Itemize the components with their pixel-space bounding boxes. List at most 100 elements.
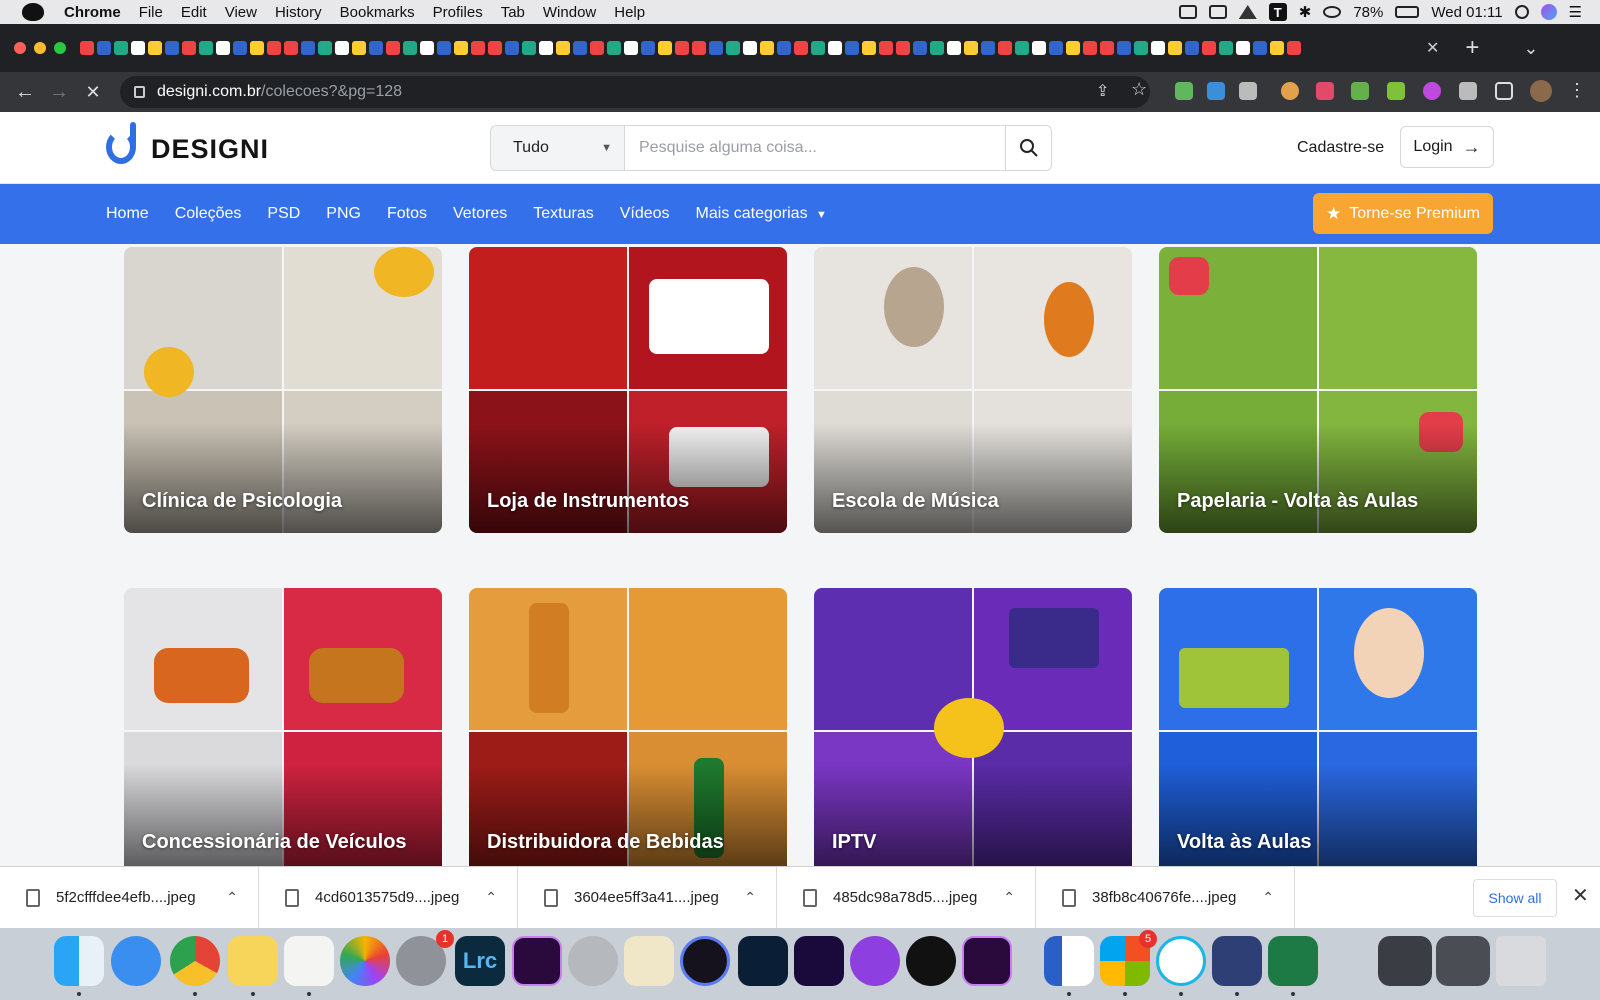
extension-icon[interactable]	[1207, 82, 1225, 100]
tab-favicon-icon[interactable]	[522, 41, 536, 55]
tab-favicon-icon[interactable]	[607, 41, 621, 55]
lock-icon[interactable]	[134, 86, 145, 98]
premiere-rush-icon[interactable]	[794, 936, 844, 986]
login-button[interactable]: Login →	[1400, 126, 1494, 168]
tab-favicon-icon[interactable]	[131, 41, 145, 55]
finder-icon[interactable]	[54, 936, 104, 986]
share-icon[interactable]: ⇪	[1096, 81, 1109, 101]
tab-favicon-icon[interactable]	[896, 41, 910, 55]
designi-logo-icon[interactable]	[106, 122, 136, 164]
menu-help[interactable]: Help	[614, 4, 645, 21]
apple-tv-icon[interactable]	[906, 936, 956, 986]
tab-favicon-icon[interactable]	[930, 41, 944, 55]
tab-favicon-icon[interactable]	[879, 41, 893, 55]
apple-menu-icon[interactable]	[22, 3, 44, 21]
show-all-downloads-button[interactable]: Show all	[1473, 879, 1557, 917]
no-entry-app-icon[interactable]	[568, 936, 618, 986]
tab-favicon-icon[interactable]	[352, 41, 366, 55]
site-logo-text[interactable]: DESIGNI	[151, 134, 269, 165]
tab-favicon-icon[interactable]	[454, 41, 468, 55]
tab-favicon-icon[interactable]	[199, 41, 213, 55]
stop-loading-button[interactable]: ✕	[76, 82, 110, 103]
extension-icon[interactable]	[1316, 82, 1334, 100]
premiere-pro-icon[interactable]	[962, 936, 1012, 986]
tab-favicon-icon[interactable]	[1134, 41, 1148, 55]
tab-favicon-icon[interactable]	[1083, 41, 1097, 55]
tab-favicon-icon[interactable]	[369, 41, 383, 55]
tab-favicon-icon[interactable]	[692, 41, 706, 55]
menu-file[interactable]: File	[139, 4, 163, 21]
nav-home[interactable]: Home	[106, 205, 149, 223]
extension-icon[interactable]	[1387, 82, 1405, 100]
tab-favicon-icon[interactable]	[1100, 41, 1114, 55]
wifi-icon[interactable]	[1323, 6, 1342, 18]
tab-favicon-icon[interactable]	[216, 41, 230, 55]
tab-favicon-icon[interactable]	[964, 41, 978, 55]
menu-profiles[interactable]: Profiles	[433, 4, 483, 21]
word-icon[interactable]	[1044, 936, 1094, 986]
tab-favicon-icon[interactable]	[743, 41, 757, 55]
collection-card[interactable]: IPTV	[814, 588, 1132, 866]
download-item[interactable]: 485dc98a78d5....jpeg ⌃	[777, 866, 1036, 929]
tab-favicon-icon[interactable]	[301, 41, 315, 55]
tab-favicon-icon[interactable]	[658, 41, 672, 55]
tab-favicon-icon[interactable]	[1117, 41, 1131, 55]
chevron-up-icon[interactable]: ⌃	[1262, 889, 1274, 906]
tab-favicon-icon[interactable]	[267, 41, 281, 55]
nav-png[interactable]: PNG	[326, 205, 361, 223]
tab-favicon-icon[interactable]	[862, 41, 876, 55]
text-app-icon[interactable]: T	[1268, 3, 1287, 21]
tab-favicon-icon[interactable]	[386, 41, 400, 55]
excel-icon[interactable]	[1268, 936, 1318, 986]
tab-favicon-icon[interactable]	[573, 41, 587, 55]
profile-avatar[interactable]	[1530, 80, 1552, 102]
download-item[interactable]: 38fb8c40676fe....jpeg ⌃	[1036, 866, 1295, 929]
collection-card[interactable]: Loja de Instrumentos	[469, 247, 787, 533]
tab-favicon-icon[interactable]	[1270, 41, 1284, 55]
extension-icon[interactable]	[1175, 82, 1193, 100]
app-status-icon[interactable]	[1238, 5, 1257, 19]
trash-icon[interactable]	[1496, 936, 1546, 986]
extension-icon[interactable]	[1423, 82, 1441, 100]
tab-favicon-icon[interactable]	[318, 41, 332, 55]
tab-favicon-icon[interactable]	[284, 41, 298, 55]
tab-favicon-icon[interactable]	[1202, 41, 1216, 55]
tab-favicon-icon[interactable]	[590, 41, 604, 55]
tab-favicon-icon[interactable]	[165, 41, 179, 55]
tab-favicon-icon[interactable]	[505, 41, 519, 55]
tab-favicon-icon[interactable]	[403, 41, 417, 55]
tab-favicon-icon[interactable]	[675, 41, 689, 55]
flashcard-app-icon[interactable]	[1212, 936, 1262, 986]
new-tab-button[interactable]: +	[1465, 34, 1479, 62]
tab-favicon-icon[interactable]	[624, 41, 638, 55]
download-item[interactable]: 4cd6013575d9....jpeg ⌃	[259, 866, 518, 929]
tab-favicon-icon[interactable]	[777, 41, 791, 55]
minimize-window-button[interactable]	[34, 42, 46, 54]
back-button[interactable]: ←	[8, 81, 42, 104]
tab-favicon-icon[interactable]	[97, 41, 111, 55]
search-input[interactable]	[625, 126, 1005, 170]
tab-favicon-icon[interactable]	[1168, 41, 1182, 55]
menu-view[interactable]: View	[225, 4, 257, 21]
chevron-up-icon[interactable]: ⌃	[485, 889, 497, 906]
tab-favicon-icon[interactable]	[1253, 41, 1267, 55]
tab-favicon-icon[interactable]	[726, 41, 740, 55]
premium-button[interactable]: ★ Torne-se Premium	[1313, 193, 1493, 234]
tab-favicon-icon[interactable]	[1151, 41, 1165, 55]
tab-favicon-icon[interactable]	[947, 41, 961, 55]
search-button[interactable]	[1005, 126, 1051, 170]
collection-card[interactable]: Escola de Música	[814, 247, 1132, 533]
signup-link[interactable]: Cadastre-se	[1297, 139, 1384, 157]
tab-favicon-icon[interactable]	[811, 41, 825, 55]
display-icon[interactable]	[1208, 5, 1227, 19]
side-panel-icon[interactable]	[1495, 82, 1513, 100]
control-center-icon[interactable]: ☰	[1569, 3, 1582, 21]
forward-button[interactable]: →	[42, 81, 76, 104]
tab-favicon-icon[interactable]	[556, 41, 570, 55]
podcasts-icon[interactable]	[850, 936, 900, 986]
wondershare-icon[interactable]	[1156, 936, 1206, 986]
tab-favicon-icon[interactable]	[488, 41, 502, 55]
spotlight-search-icon[interactable]	[1514, 5, 1529, 19]
search-category-select[interactable]: Tudo ▼	[491, 126, 625, 170]
collection-card[interactable]: Concessionária de Veículos	[124, 588, 442, 866]
